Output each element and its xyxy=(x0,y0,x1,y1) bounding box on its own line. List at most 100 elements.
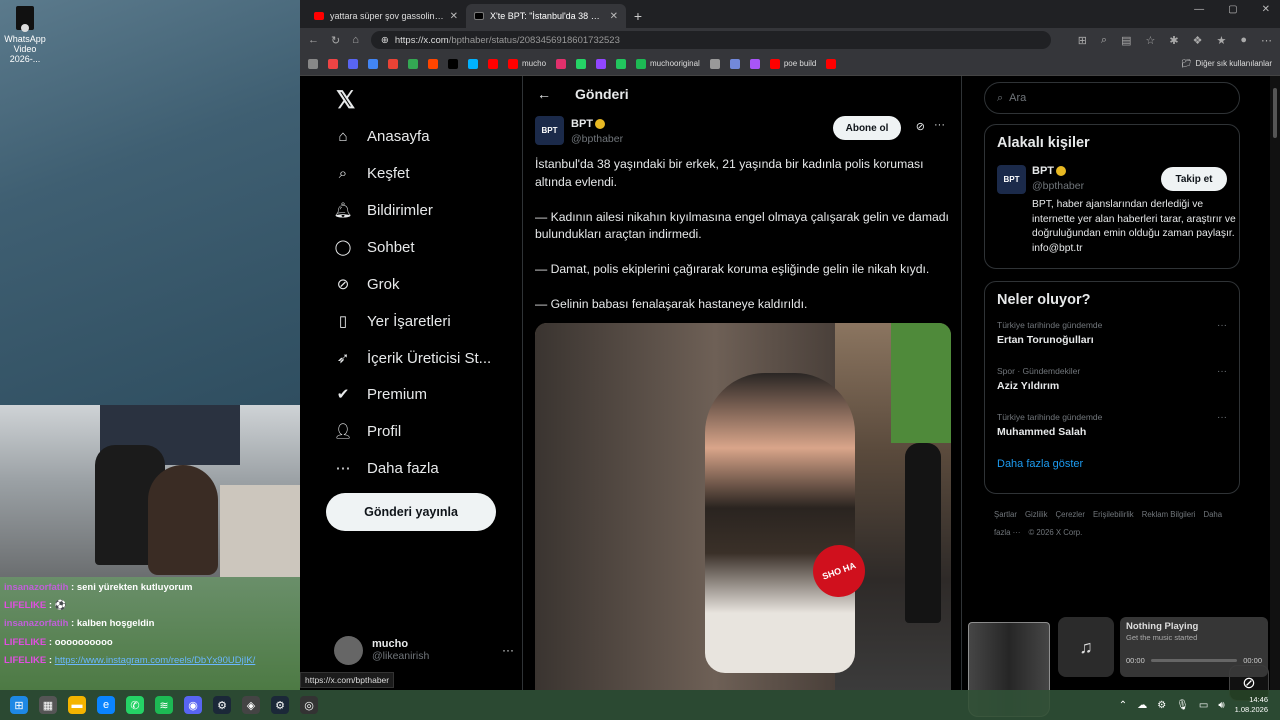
bookmark-item[interactable] xyxy=(709,58,720,69)
bookmark-item[interactable] xyxy=(348,58,358,69)
person-avatar[interactable]: BPT xyxy=(997,165,1026,194)
mic-icon[interactable]: 🎙︎ xyxy=(1176,700,1189,711)
back-arrow-icon[interactable]: ← xyxy=(537,86,551,102)
tab-x-post[interactable]: X'te BPT: "İstanbul'da 38 yaşındak ✕ xyxy=(466,4,626,28)
bookmark-item[interactable]: muchooriginal xyxy=(636,58,700,69)
nav-item-home[interactable]: ⌂ Anasayfa xyxy=(333,124,429,148)
close-window-icon[interactable]: ✕ xyxy=(1262,4,1270,15)
bookmark-item[interactable] xyxy=(576,58,587,69)
reload-icon[interactable]: ↻ xyxy=(331,34,340,47)
edge-icon[interactable]: e xyxy=(97,696,115,714)
bookmark-item[interactable] xyxy=(368,58,378,69)
trend-item[interactable]: Türkiye tarihinde gündemde Ertan Torunoğ… xyxy=(997,318,1227,364)
steam-tray-icon[interactable]: ⚙ xyxy=(1157,700,1166,711)
widgets-icon[interactable]: ▦ xyxy=(39,696,57,714)
post-button[interactable]: Gönderi yayınla xyxy=(326,493,496,531)
more-options-icon[interactable]: ··· xyxy=(1217,320,1227,331)
favorites-icon[interactable]: ★ xyxy=(1216,34,1226,47)
site-info-icon[interactable]: ⊕ xyxy=(381,35,389,46)
scroll-thumb[interactable] xyxy=(1273,88,1277,138)
app-icon[interactable]: ◈ xyxy=(242,696,260,714)
bookmark-item[interactable] xyxy=(388,58,398,69)
new-tab-button[interactable]: + xyxy=(626,4,650,28)
bookmark-item[interactable] xyxy=(428,58,438,69)
cloud-icon[interactable]: ☁ xyxy=(1137,700,1147,711)
trend-item[interactable]: Türkiye tarihinde gündemde Muhammed Sala… xyxy=(997,410,1227,456)
volume-icon[interactable]: 🔊︎ xyxy=(1218,700,1224,711)
person-handle[interactable]: @bpthaber xyxy=(1032,180,1084,192)
bookmark-item[interactable]: poe build xyxy=(769,58,816,69)
spotify-icon[interactable]: ≋ xyxy=(155,696,173,714)
author-avatar[interactable]: BPT xyxy=(535,116,564,145)
trend-item[interactable]: Spor · Gündemdekiler Aziz Yıldırım ··· xyxy=(997,364,1227,410)
menu-icon[interactable]: ⋯ xyxy=(1261,34,1272,47)
bookmark-item[interactable] xyxy=(556,58,567,69)
home-icon[interactable]: ⌂ xyxy=(352,34,359,46)
nav-item-notifications[interactable]: 🔔︎ Bildirimler xyxy=(333,198,432,222)
author-handle[interactable]: @bpthaber xyxy=(571,133,623,145)
author-name[interactable]: BPT xyxy=(571,118,605,130)
footer-link[interactable]: Gizlilik xyxy=(1025,510,1048,519)
close-tab-icon[interactable]: ✕ xyxy=(450,11,458,22)
apps-icon[interactable]: ⊞ xyxy=(1078,34,1087,47)
search-input[interactable]: ⌕ Ara xyxy=(984,82,1240,114)
discord-icon[interactable]: ◉ xyxy=(184,696,202,714)
more-options-icon[interactable]: ··· xyxy=(934,119,945,131)
footer-link[interactable]: © 2026 X Corp. xyxy=(1028,528,1082,537)
url-field[interactable]: ⊕ https://x.com/bpthaber/status/20834569… xyxy=(370,31,1051,49)
nav-item-more[interactable]: ⋯ Daha fazla xyxy=(333,456,439,480)
follow-button[interactable]: Takip et xyxy=(1161,167,1227,191)
network-icon[interactable]: ▭ xyxy=(1199,700,1208,711)
nav-item-premium[interactable]: ✔ Premium xyxy=(333,382,427,406)
nav-item-explore[interactable]: ⌕ Keşfet xyxy=(333,161,410,185)
nav-item-chat[interactable]: ◯ Sohbet xyxy=(333,235,415,259)
whatsapp-video-desktop-icon[interactable]: WhatsApp Video 2026-... xyxy=(4,6,46,64)
performance-icon[interactable]: ❖ xyxy=(1193,34,1203,47)
steam-icon[interactable]: ⚙ xyxy=(271,696,289,714)
maximize-icon[interactable]: ▢ xyxy=(1228,4,1237,15)
close-tab-icon[interactable]: ✕ xyxy=(610,11,618,22)
more-options-icon[interactable]: ··· xyxy=(1217,366,1227,377)
clock[interactable]: 14:46 1.08.2026 xyxy=(1235,695,1268,715)
bookmark-item[interactable] xyxy=(408,58,418,69)
bookmark-item[interactable] xyxy=(596,58,607,69)
bookmark-item[interactable] xyxy=(616,58,627,69)
nav-item-creator-studio[interactable]: ➶ İçerik Üreticisi St... xyxy=(333,346,491,370)
whatsapp-icon[interactable]: ✆ xyxy=(126,696,144,714)
steam-icon[interactable]: ⚙ xyxy=(213,696,231,714)
other-bookmarks-folder[interactable]: 📁︎ Diğer sık kullanılanlar xyxy=(1181,59,1272,68)
bookmark-item[interactable] xyxy=(826,58,837,69)
bookmark-item[interactable] xyxy=(749,58,760,69)
bookmark-item[interactable] xyxy=(488,58,498,69)
more-options-icon[interactable]: ··· xyxy=(1217,412,1227,423)
start-icon[interactable]: ⊞ xyxy=(10,696,28,714)
bookmark-item[interactable] xyxy=(328,58,338,69)
bookmark-item[interactable] xyxy=(729,58,740,69)
profile-icon[interactable]: ● xyxy=(1240,34,1247,47)
music-note-icon[interactable]: ♫ xyxy=(1058,617,1114,677)
x-logo-icon[interactable]: 𝕏 xyxy=(336,86,355,115)
chevron-up-icon[interactable]: ⌃ xyxy=(1119,700,1127,711)
footer-link[interactable]: Çerezler xyxy=(1056,510,1085,519)
scrollbar[interactable] xyxy=(1270,76,1280,690)
file-explorer-icon[interactable]: ▬ xyxy=(68,696,86,714)
obs-icon[interactable]: ◎ xyxy=(300,696,318,714)
account-switcher[interactable]: mucho @likeanirish ··· xyxy=(334,633,514,667)
more-options-icon[interactable]: ··· xyxy=(502,643,514,657)
bookmark-item[interactable] xyxy=(468,58,478,69)
favorite-star-icon[interactable]: ☆ xyxy=(1146,34,1156,47)
tab-youtube[interactable]: yattara süper şov gassolina müziğ ✕ xyxy=(306,4,466,28)
bookmark-item[interactable]: mucho xyxy=(508,58,546,69)
minimize-icon[interactable]: — xyxy=(1194,4,1204,15)
progress-track[interactable] xyxy=(1150,659,1238,662)
bookmark-item[interactable] xyxy=(448,58,458,69)
footer-link[interactable]: Erişilebilirlik xyxy=(1093,510,1134,519)
extensions-icon[interactable]: ✱ xyxy=(1169,34,1178,47)
nav-item-profile[interactable]: 👤︎ Profil xyxy=(333,419,401,443)
nav-item-grok[interactable]: ⊘ Grok xyxy=(333,272,400,296)
grok-icon[interactable]: ⊘ xyxy=(916,120,925,133)
subscribe-button[interactable]: Abone ol xyxy=(833,116,901,140)
post-video[interactable]: SHO HA xyxy=(535,323,951,690)
back-icon[interactable]: ← xyxy=(308,34,319,46)
show-more-link[interactable]: Daha fazla göster xyxy=(997,458,1227,470)
